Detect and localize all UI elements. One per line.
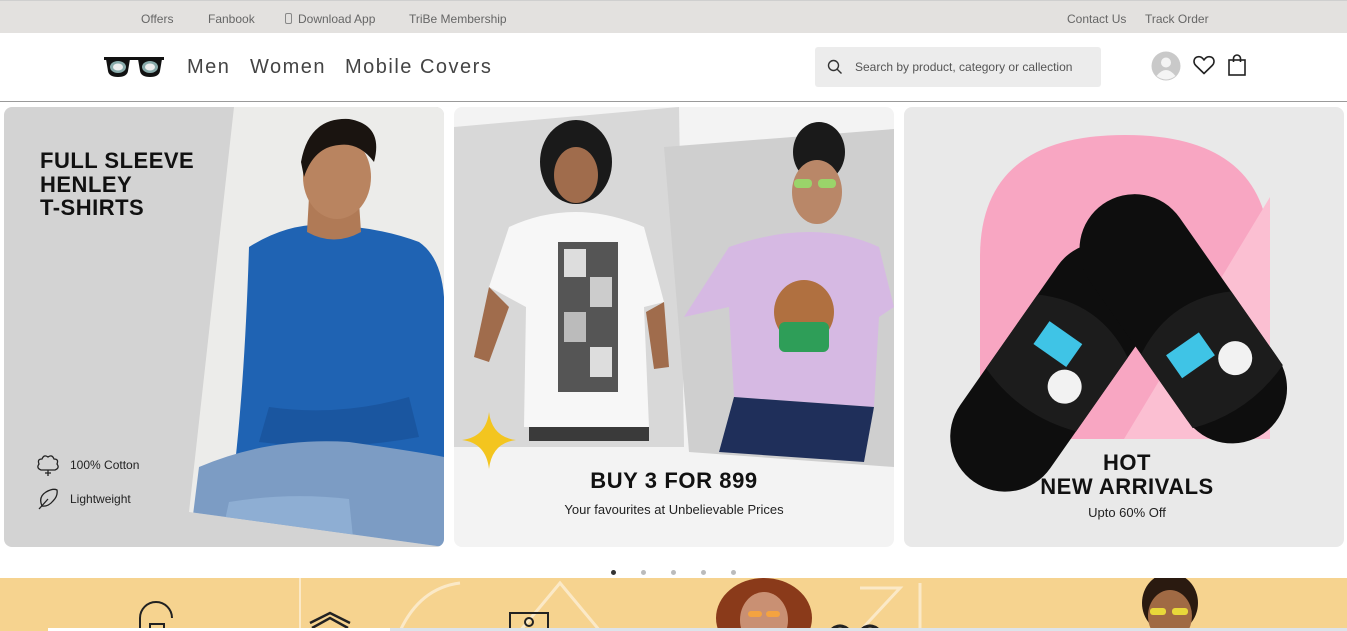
download-app-label: Download App (298, 12, 376, 26)
feature-lightweight-label: Lightweight (70, 492, 131, 506)
search-input[interactable] (855, 47, 1095, 87)
cotton-icon (37, 455, 59, 476)
nav-women[interactable]: Women (250, 56, 326, 79)
nav-men[interactable]: Men (187, 56, 230, 79)
category-strip-banner (0, 578, 1347, 631)
banner-photo-panel (189, 107, 444, 547)
strip-graphics (139, 578, 1198, 631)
phone-icon (285, 13, 292, 24)
search-box[interactable] (815, 47, 1101, 87)
arrivals-title: HOT NEW ARRIVALS (904, 451, 1344, 498)
banner-henley-tshirts[interactable]: FULL SLEEVE HENLEY T-SHIRTS 100% Cotton … (4, 107, 444, 547)
carousel-dot[interactable] (641, 570, 646, 575)
title-line-3: T-SHIRTS (40, 195, 145, 220)
tribe-membership-link[interactable]: TriBe Membership (409, 12, 507, 26)
offers-link[interactable]: Offers (141, 12, 173, 26)
feature-cotton: 100% Cotton (36, 453, 139, 477)
arrivals-subtitle: Upto 60% Off (1088, 505, 1166, 520)
title-line-2: HENLEY (40, 171, 133, 197)
carousel-dot[interactable] (701, 570, 706, 575)
download-app-link[interactable]: Download App (285, 12, 375, 26)
search-icon (827, 59, 842, 74)
banner-title: FULL SLEEVE HENLEY T-SHIRTS (40, 149, 194, 220)
carousel-dot[interactable] (671, 570, 676, 575)
sunglasses-logo[interactable] (104, 54, 164, 80)
offer-title: BUY 3 FOR 899 (590, 468, 758, 493)
user-icon[interactable] (1151, 51, 1181, 81)
nav-mobile-covers[interactable]: Mobile Covers (345, 56, 492, 79)
feature-cotton-label: 100% Cotton (70, 458, 140, 472)
carousel-dots (0, 568, 1347, 576)
feather-icon (38, 488, 58, 510)
model-in-blue-henley-image (189, 118, 444, 547)
title-line-1: HOT (1103, 450, 1151, 475)
contact-us-link[interactable]: Contact Us (1067, 12, 1126, 26)
carousel-dot[interactable] (731, 570, 736, 575)
main-header: Men Women Mobile Covers (0, 33, 1347, 102)
heart-icon[interactable] (1193, 55, 1215, 75)
bag-icon[interactable] (1228, 54, 1246, 76)
title-line-2: NEW ARRIVALS (1040, 473, 1214, 499)
top-utility-bar: Offers Fanbook Download App TriBe Member… (0, 0, 1347, 33)
offer-subtitle: Your favourites at Unbelievable Prices (564, 502, 784, 517)
banner-buy-3-offer[interactable]: BUY 3 FOR 899 Your favourites at Unbelie… (454, 107, 894, 547)
feature-lightweight: Lightweight (36, 487, 131, 511)
title-line-1: FULL SLEEVE (40, 148, 195, 173)
fanbook-link[interactable]: Fanbook (208, 12, 255, 26)
carousel-dot[interactable] (611, 570, 616, 575)
banner-new-arrivals[interactable]: HOT NEW ARRIVALS Upto 60% Off (904, 107, 1344, 547)
track-order-link[interactable]: Track Order (1145, 12, 1209, 26)
